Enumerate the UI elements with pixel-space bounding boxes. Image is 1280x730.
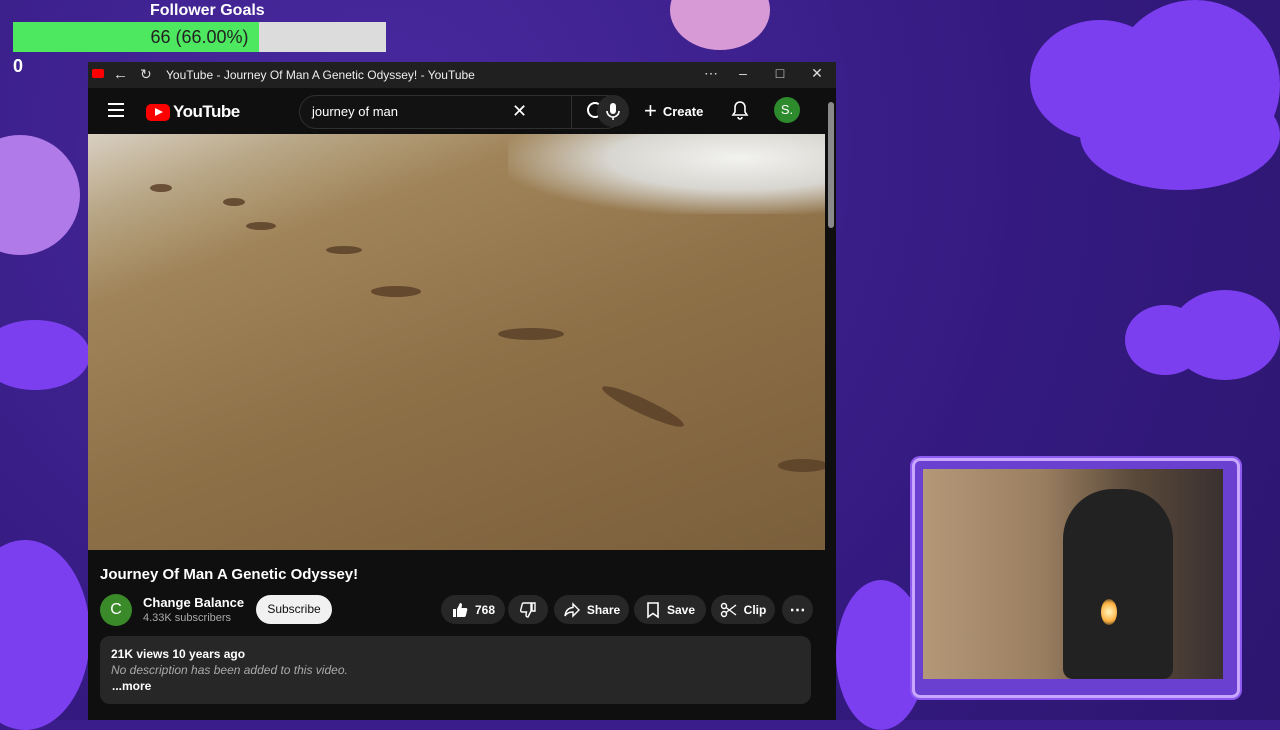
- footprint: [150, 184, 172, 192]
- footprint: [778, 459, 825, 472]
- save-button[interactable]: Save: [634, 595, 706, 624]
- scissors-icon: [720, 602, 737, 617]
- views-meta: 21K views 10 years ago: [111, 647, 246, 661]
- search-input[interactable]: journey of man: [312, 104, 398, 119]
- close-icon[interactable]: ✕: [807, 65, 827, 82]
- subscribe-button[interactable]: Subscribe: [256, 595, 332, 624]
- youtube-favicon-icon: [92, 69, 104, 78]
- create-button[interactable]: + Create: [644, 95, 703, 127]
- cloud-decoration: [1080, 80, 1280, 190]
- dislike-button[interactable]: [508, 595, 548, 624]
- footprint: [246, 222, 276, 230]
- follower-goal-text: 66 (66.00%): [150, 27, 249, 47]
- channel-name[interactable]: Change Balance: [143, 595, 244, 610]
- microphone-icon: [606, 103, 620, 120]
- maximize-icon[interactable]: □: [770, 65, 790, 81]
- channel-subscribers: 4.33K subscribers: [143, 612, 232, 624]
- follower-goal-bar: 66 (66.00%): [13, 22, 386, 52]
- description-box[interactable]: 21K views 10 years ago No description ha…: [100, 636, 811, 704]
- webcam-frame: [912, 458, 1240, 698]
- window-titlebar: ← ↻ YouTube - Journey Of Man A Genetic O…: [88, 62, 836, 88]
- thumbs-down-icon: [519, 601, 536, 618]
- streamer-silhouette: [1063, 489, 1173, 679]
- clip-label: Clip: [743, 602, 767, 617]
- create-label: Create: [662, 103, 704, 119]
- browser-window: ← ↻ YouTube - Journey Of Man A Genetic O…: [88, 62, 836, 720]
- channel-avatar[interactable]: C: [100, 594, 132, 626]
- youtube-play-icon: [146, 103, 170, 121]
- scrollbar-thumb[interactable]: [828, 102, 834, 228]
- footprint: [498, 328, 564, 340]
- more-link[interactable]: ...more: [112, 679, 151, 693]
- reload-icon[interactable]: ↻: [140, 66, 152, 83]
- description-text: No description has been added to this vi…: [111, 663, 348, 677]
- bookmark-icon: [647, 601, 659, 619]
- more-actions-button[interactable]: ⋯: [782, 595, 813, 624]
- thumbs-up-icon: [452, 602, 468, 617]
- like-count: 768: [474, 602, 496, 617]
- share-icon: [564, 601, 580, 618]
- follower-goal-title: Follower Goals: [150, 2, 265, 19]
- clip-button[interactable]: Clip: [711, 595, 775, 624]
- footprint: [326, 246, 362, 254]
- plus-icon: +: [644, 98, 657, 123]
- voice-search-button[interactable]: [597, 95, 629, 127]
- youtube-logo[interactable]: YouTube: [146, 102, 240, 122]
- more-icon[interactable]: ⋯: [701, 65, 721, 82]
- menu-icon[interactable]: [108, 103, 124, 121]
- window-title: YouTube - Journey Of Man A Genetic Odyss…: [166, 68, 475, 82]
- follower-goal-min: 0: [13, 56, 24, 76]
- footprint: [371, 286, 421, 297]
- footprint: [599, 380, 687, 433]
- flame: [1101, 599, 1117, 625]
- search-box[interactable]: journey of man ✕: [299, 95, 623, 129]
- account-avatar[interactable]: S.: [774, 97, 800, 123]
- minimize-icon[interactable]: –: [733, 65, 753, 81]
- wave-foam: [508, 134, 825, 214]
- youtube-header: YouTube journey of man ✕ + Create S.: [88, 88, 836, 134]
- more-horizontal-icon: ⋯: [789, 601, 806, 619]
- page-scrollbar[interactable]: [826, 88, 836, 720]
- webcam-feed: [923, 469, 1223, 679]
- share-label: Share: [586, 602, 621, 617]
- clear-search-icon[interactable]: ✕: [512, 101, 527, 122]
- video-player[interactable]: [88, 134, 825, 550]
- save-label: Save: [666, 602, 696, 617]
- video-title: Journey Of Man A Genetic Odyssey!: [100, 566, 359, 583]
- cloud-decoration: [1170, 290, 1280, 380]
- back-icon[interactable]: ←: [113, 66, 128, 83]
- footprint: [223, 198, 245, 206]
- youtube-logo-text: YouTube: [173, 102, 240, 121]
- share-button[interactable]: Share: [554, 595, 629, 624]
- notifications-bell-icon[interactable]: [730, 100, 750, 127]
- like-button[interactable]: 768: [441, 595, 505, 624]
